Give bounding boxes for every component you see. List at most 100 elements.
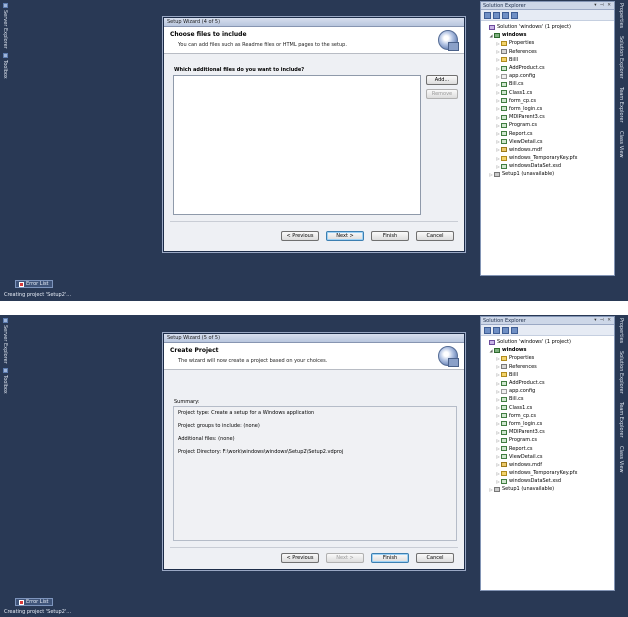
tree-node[interactable]: ▷ Class1.cs (483, 89, 612, 97)
tree-node[interactable]: ▷ Billl (483, 371, 612, 379)
tree-node[interactable]: ▷ Properties (483, 39, 612, 47)
tree-node[interactable]: ▷ app.config (483, 72, 612, 80)
tree-node[interactable]: ▷ windows.mdf (483, 146, 612, 154)
tree-node[interactable]: ▷ Report.cs (483, 444, 612, 452)
tab-team-explorer[interactable]: Team Explorer (618, 402, 624, 438)
panel-controls[interactable]: ▾ ⊣ ✕ (594, 3, 612, 8)
show-all-files-icon[interactable] (493, 326, 500, 334)
view-designer-icon[interactable] (511, 326, 518, 334)
tree-node[interactable]: ▷ AddProduct.cs (483, 64, 612, 72)
cs-file-icon (501, 454, 507, 460)
tree-node[interactable]: ▷ References (483, 48, 612, 56)
tab-server-explorer[interactable]: Server Explorer (2, 3, 8, 49)
add-button[interactable]: Add... (426, 75, 458, 85)
properties-toolbar-icon[interactable] (484, 326, 491, 334)
setup-wizard-dialog: Setup Wizard (5 of 5) Create Project The… (163, 333, 465, 570)
solution-icon (489, 24, 495, 30)
cs-file-icon (501, 90, 507, 96)
cs-file-icon (501, 396, 507, 402)
tree-node[interactable]: ▷ Bill.cs (483, 80, 612, 88)
tab-class-view[interactable]: Class View (618, 131, 624, 158)
show-all-files-icon[interactable] (493, 11, 500, 19)
server-explorer-icon (2, 318, 8, 323)
tree-node[interactable]: ▷ windows_TemporaryKey.pfx (483, 469, 612, 477)
cs-file-icon (501, 380, 507, 386)
finish-button[interactable]: Finish (371, 231, 409, 241)
tree-node-label: Properties (509, 355, 535, 362)
tab-toolbox[interactable]: Toolbox (2, 52, 8, 79)
cs-file-icon (501, 122, 507, 128)
error-list-tab[interactable]: Error List (15, 280, 53, 288)
wizard-heading: Choose files to include (170, 31, 247, 38)
previous-button[interactable]: < Previous (281, 231, 319, 241)
refresh-icon[interactable] (502, 326, 509, 334)
tab-properties[interactable]: Properties (618, 318, 624, 343)
next-button[interactable]: Next > (326, 231, 364, 241)
folder-icon (501, 40, 507, 46)
tree-node[interactable]: ▷ form_login.cs (483, 105, 612, 113)
tree-node[interactable]: ▷ Properties (483, 354, 612, 362)
tree-node-label: windows_TemporaryKey.pfx (509, 470, 578, 477)
tree-node[interactable]: ▷ Billl (483, 56, 612, 64)
tree-node[interactable]: ▷ windowsDataSet.xsd (483, 162, 612, 170)
server-explorer-icon (2, 3, 8, 8)
cancel-button[interactable]: Cancel (416, 231, 454, 241)
previous-button[interactable]: < Previous (281, 553, 319, 563)
wizard-heading: Create Project (170, 347, 219, 354)
tab-class-view[interactable]: Class View (618, 446, 624, 473)
tab-toolbox[interactable]: Toolbox (2, 367, 8, 394)
tree-node[interactable]: ◢ windows (483, 31, 612, 39)
tree-node[interactable]: ▷ References (483, 363, 612, 371)
cancel-button[interactable]: Cancel (416, 553, 454, 563)
tree-node[interactable]: ▷ MDIParent3.cs (483, 113, 612, 121)
additional-files-list[interactable] (173, 75, 421, 215)
panel-controls[interactable]: ▾ ⊣ ✕ (594, 318, 612, 323)
tree-node[interactable]: ▷ AddProduct.cs (483, 379, 612, 387)
tree-node[interactable]: Solution 'windows' (1 project) (483, 338, 612, 346)
tree-node[interactable]: ▷ form_login.cs (483, 420, 612, 428)
left-tool-tabs: Server Explorer Toolbox (2, 318, 12, 398)
tree-node[interactable]: ▷ windowsDataSet.xsd (483, 477, 612, 485)
divider (170, 547, 458, 548)
tree-node[interactable]: ▷ app.config (483, 387, 612, 395)
summary-box[interactable]: Project type: Create a setup for a Windo… (173, 406, 457, 541)
status-bar: Creating project 'Setup2'... (4, 292, 72, 298)
cs-file-icon (501, 405, 507, 411)
tree-node[interactable]: ▷ Program.cs (483, 436, 612, 444)
tree-node[interactable]: ▷ ViewDetail.cs (483, 453, 612, 461)
tree-node[interactable]: ▷ Report.cs (483, 129, 612, 137)
tree-node[interactable]: ▷ MDIParent3.cs (483, 428, 612, 436)
error-list-tab[interactable]: Error List (15, 598, 53, 606)
tree-node[interactable]: ▷ windows.mdf (483, 461, 612, 469)
properties-toolbar-icon[interactable] (484, 11, 491, 19)
tree-node-label: Program.cs (509, 122, 538, 129)
summary-line: Project type: Create a setup for a Windo… (178, 410, 315, 416)
cs-file-icon (501, 98, 507, 104)
tree-node[interactable]: ▷ form_cp.cs (483, 412, 612, 420)
tree-node[interactable]: ▷ Class1.cs (483, 404, 612, 412)
tree-node[interactable]: ▷ Bill.cs (483, 395, 612, 403)
next-button[interactable]: Next > (326, 553, 364, 563)
view-designer-icon[interactable] (511, 11, 518, 19)
tab-properties[interactable]: Properties (618, 3, 624, 28)
right-tool-tabs: Properties Solution Explorer Team Explor… (618, 318, 626, 480)
summary-line: Project Directory: F:\work\windows\windo… (178, 449, 344, 455)
summary-line: Project groups to include: (none) (178, 423, 260, 429)
tree-node[interactable]: ▷ Program.cs (483, 121, 612, 129)
tree-node[interactable]: ▷ form_cp.cs (483, 97, 612, 105)
tree-node[interactable]: ◢ windows (483, 346, 612, 354)
tab-solution-explorer[interactable]: Solution Explorer (618, 36, 624, 79)
dialog-title-bar: Setup Wizard (5 of 5) (164, 334, 464, 343)
finish-button[interactable]: Finish (371, 553, 409, 563)
tree-node[interactable]: ▷ Setup1 (unavailable) (483, 485, 612, 493)
remove-button[interactable]: Remove (426, 89, 458, 99)
refresh-icon[interactable] (502, 11, 509, 19)
tree-node[interactable]: ▷ Setup1 (unavailable) (483, 170, 612, 178)
tab-solution-explorer[interactable]: Solution Explorer (618, 351, 624, 394)
tab-team-explorer[interactable]: Team Explorer (618, 87, 624, 123)
references-icon (501, 364, 507, 370)
tree-node[interactable]: Solution 'windows' (1 project) (483, 23, 612, 31)
tree-node[interactable]: ▷ ViewDetail.cs (483, 138, 612, 146)
tab-server-explorer[interactable]: Server Explorer (2, 318, 8, 364)
tree-node[interactable]: ▷ windows_TemporaryKey.pfx (483, 154, 612, 162)
